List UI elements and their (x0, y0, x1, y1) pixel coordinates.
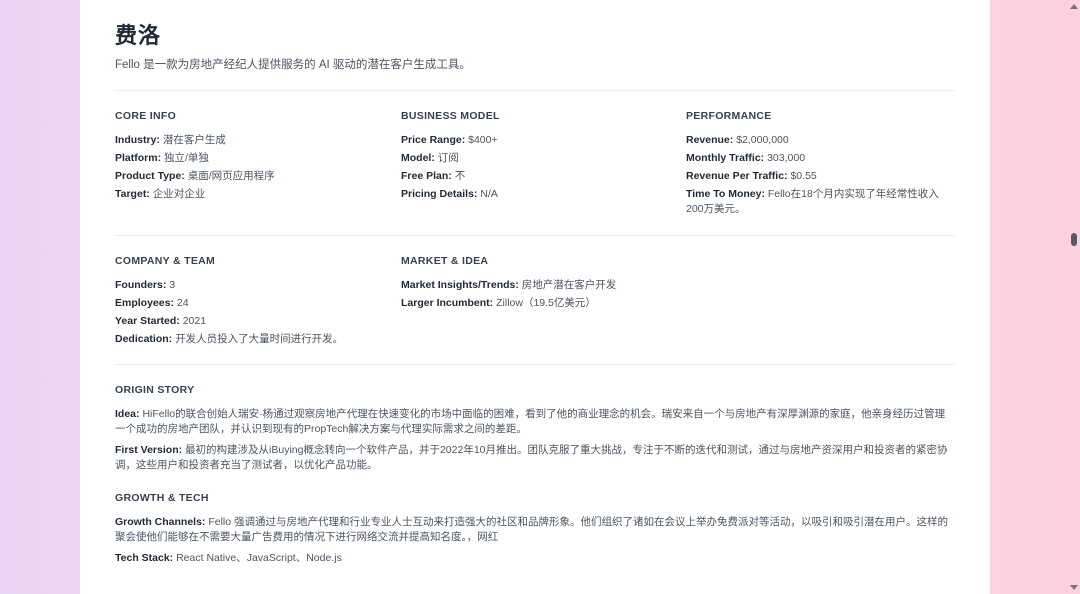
section-heading-core-info: CORE INFO (115, 110, 177, 122)
divider (115, 235, 955, 236)
company-dedication: Dedication: 开发人员投入了大量时间进行开发。 (115, 333, 344, 345)
origin-idea: Idea: HiFello的联合创始人瑞安·杨通过观察房地产代理在快速变化的市场… (115, 408, 946, 435)
core-info-industry: Industry: 潜在客户生成 (115, 134, 226, 146)
section-heading-performance: PERFORMANCE (686, 110, 772, 122)
scroll-down-arrow-icon[interactable] (1070, 585, 1078, 590)
performance-revenue: Revenue: $2,000,000 (686, 134, 789, 146)
performance-time-to-money: Time To Money: Fello在18个月内实现了年经常性收入 200万美… (686, 188, 939, 215)
market-insights: Market Insights/Trends: 房地产潜在客户开发 (401, 279, 617, 291)
section-heading-origin-story: ORIGIN STORY (115, 384, 195, 396)
core-info-target: Target: 企业对企业 (115, 188, 206, 200)
performance-revenue-per-traffic: Revenue Per Traffic: $0.55 (686, 170, 817, 182)
scrollbar-thumb[interactable] (1071, 233, 1077, 246)
business-free-plan: Free Plan: 不 (401, 170, 466, 182)
company-founders: Founders: 3 (115, 279, 176, 291)
core-info-product-type: Product Type: 桌面/网页应用程序 (115, 170, 275, 182)
section-heading-growth-tech: GROWTH & TECH (115, 492, 209, 504)
performance-monthly-traffic: Monthly Traffic: 303,000 (686, 152, 806, 164)
page-title: 费洛 (115, 23, 162, 48)
origin-first-version: First Version: 最初的构建涉及从iBuying概念转向一个软件产品… (115, 444, 948, 471)
business-model: Model: 订阅 (401, 152, 459, 164)
scroll-up-arrow-icon[interactable] (1070, 4, 1078, 9)
business-pricing-details: Pricing Details: N/A (401, 188, 498, 200)
tech-stack: Tech Stack: React Native、JavaScript、Node… (115, 552, 342, 564)
divider (115, 364, 955, 365)
company-year-started: Year Started: 2021 (115, 315, 207, 327)
divider (115, 90, 955, 91)
section-heading-company-team: COMPANY & TEAM (115, 255, 216, 267)
business-price-range: Price Range: $400+ (401, 134, 498, 146)
growth-channels: Growth Channels: Fello 强调通过与房地产代理和行业专业人士… (115, 516, 949, 543)
startup-detail-card: 费洛 Fello 是一款为房地产经纪人提供服务的 AI 驱动的潜在客户生成工具。… (80, 0, 990, 594)
section-heading-market-idea: MARKET & IDEA (401, 255, 489, 267)
page-subtitle: Fello 是一款为房地产经纪人提供服务的 AI 驱动的潜在客户生成工具。 (115, 59, 471, 71)
core-info-platform: Platform: 独立/单独 (115, 152, 209, 164)
company-employees: Employees: 24 (115, 297, 189, 309)
section-heading-business-model: BUSINESS MODEL (401, 110, 500, 122)
market-larger-incumbent: Larger Incumbent: Zillow（19.5亿美元） (401, 297, 596, 309)
page-scrollbar[interactable] (1068, 0, 1080, 594)
